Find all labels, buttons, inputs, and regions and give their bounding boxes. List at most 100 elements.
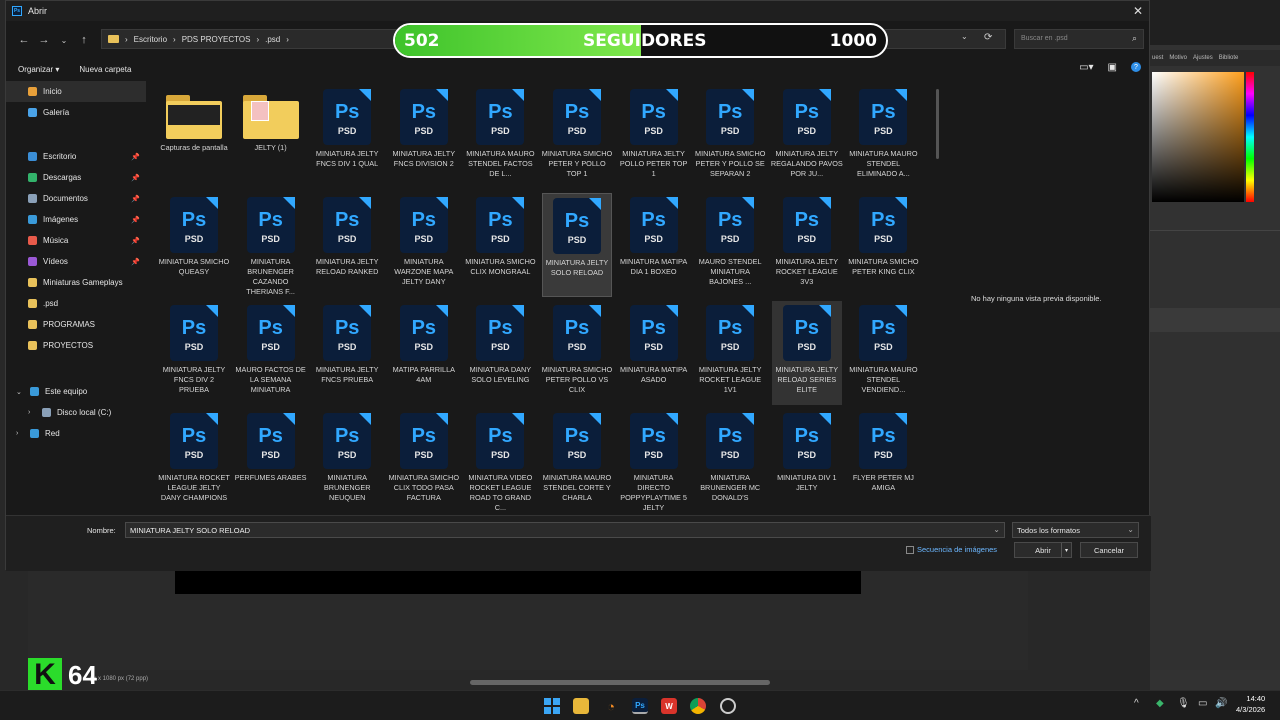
up-arrow-icon[interactable]: ↑ [74, 34, 94, 46]
breadcrumb-item[interactable]: .psd [265, 35, 280, 44]
psd-file-item[interactable]: Ps PSD MINIATURA JELTY ROCKET LEAGUE 3V3 [772, 193, 842, 297]
canvas-document[interactable] [175, 570, 861, 594]
checkbox-icon[interactable] [906, 545, 914, 554]
open-button[interactable]: Abrir ▾ [1014, 542, 1072, 558]
chevron-down-icon[interactable]: ⌄ [993, 525, 1000, 534]
pin-icon[interactable]: 📌 [131, 237, 140, 245]
psd-file-item[interactable]: Ps PSD MINIATURA ROCKET LEAGUE JELTY DANY … [158, 409, 230, 513]
psd-file-item[interactable]: Ps PSD MINIATURA SMICHO PETER POLLO VS CLI… [542, 301, 612, 405]
canvas-scrollbar[interactable] [470, 680, 770, 685]
tray-chevron-up-icon[interactable]: ^ [1134, 698, 1139, 709]
search-input[interactable]: Buscar en .psd ⌕ [1014, 29, 1144, 49]
panel-tab[interactable]: Motivo [1169, 55, 1187, 61]
chevron-down-icon[interactable]: ⌄ [16, 388, 24, 396]
psd-file-item[interactable]: Ps PSD MINIATURA JELTY REGALANDO PAVOS POR… [771, 85, 843, 189]
psd-file-item[interactable]: Ps PSD MINIATURA MAURO STENDEL CORTE Y CHA… [542, 409, 612, 513]
psd-file-item[interactable]: Ps PSD MINIATURA DANY SOLO LEVELING [465, 301, 535, 405]
psd-file-item[interactable]: Ps PSD MAURO FACTOS DE LA SEMANA MINIATURA [235, 301, 306, 405]
file-grid-scrollbar[interactable] [936, 89, 939, 159]
psd-file-item[interactable]: Ps PSD MINIATURA JELTY ROCKET LEAGUE 1V1 [695, 301, 765, 405]
psd-file-item[interactable]: Ps PSD MINIATURA JELTY RELOAD RANKED [312, 193, 382, 297]
organize-button[interactable]: Organizar ▾ [18, 65, 59, 74]
psd-file-item[interactable]: Ps PSD MINIATURA MAURO STENDEL ELIMINADO A… [848, 85, 918, 189]
psd-file-item[interactable]: Ps PSD MINIATURA JELTY FNCS DIV 2 PRUEBA [159, 301, 229, 405]
address-dropdown-icon[interactable]: ⌄ [961, 32, 968, 41]
psd-file-item[interactable]: Ps PSD MINIATURA JELTY POLLO PETER TOP 1 [619, 85, 689, 189]
recent-chevron-icon[interactable]: ⌄ [54, 36, 74, 45]
sidebar-item[interactable]: Miniaturas Gameplays [6, 272, 146, 293]
close-icon[interactable]: ✕ [1133, 4, 1143, 18]
psd-file-item[interactable]: Ps PSD MINIATURA SMICHO QUEASY [159, 193, 229, 297]
breadcrumb-item[interactable]: Escritorio [134, 35, 167, 44]
sidebar-item[interactable]: PROGRAMAS [6, 314, 146, 335]
breadcrumb-item[interactable]: PDS PROYECTOS [182, 35, 251, 44]
obs-icon[interactable] [720, 698, 736, 714]
psd-file-item[interactable]: Ps PSD MINIATURA SMICHO PETER KING CLIX [848, 193, 919, 297]
back-arrow-icon[interactable]: ← [14, 34, 34, 46]
psd-file-item[interactable]: Ps PSD MINIATURA DIV 1 JELTY [772, 409, 842, 513]
psd-file-item[interactable]: Ps PSD MINIATURA SMICHO PETER Y POLLO TOP … [542, 85, 612, 189]
psd-file-item[interactable]: Ps PSD MINIATURA VIDEO ROCKET LEAGUE ROAD … [465, 409, 535, 513]
pin-icon[interactable]: 📌 [131, 174, 140, 182]
system-clock[interactable]: 14:40 4/3/2026 [1236, 693, 1265, 715]
psd-file-item[interactable]: Ps PSD MINIATURA MAURO STENDEL VENDIEND... [848, 301, 918, 405]
file-explorer-icon[interactable] [573, 698, 589, 714]
sidebar-item[interactable]: Documentos 📌 [6, 188, 146, 209]
open-options-chevron-icon[interactable]: ▾ [1061, 543, 1071, 557]
sidebar-item[interactable]: Música 📌 [6, 230, 146, 251]
color-picker-field[interactable] [1152, 72, 1244, 202]
cancel-button[interactable]: Cancelar [1080, 542, 1138, 558]
tree-item[interactable]: › Red [6, 423, 136, 444]
chevron-right-icon[interactable]: › [28, 409, 36, 416]
panel-tab[interactable]: Bibliote [1219, 55, 1239, 61]
network-icon[interactable]: ▭ [1198, 698, 1207, 709]
pin-icon[interactable]: 📌 [131, 195, 140, 203]
psd-file-item[interactable]: Ps PSD MINIATURA MATIPA ASADO [619, 301, 689, 405]
sidebar-item[interactable]: Galería [6, 102, 146, 123]
sidebar-item[interactable]: Imágenes 📌 [6, 209, 146, 230]
folder-item[interactable]: Capturas de pantalla [159, 85, 229, 189]
tree-item[interactable]: › Disco local (C:) [18, 402, 148, 423]
forward-arrow-icon[interactable]: → [34, 34, 54, 46]
file-type-select[interactable]: Todos los formatos ⌄ [1012, 522, 1139, 538]
wps-office-icon[interactable]: W [661, 698, 677, 714]
pin-icon[interactable]: 📌 [131, 258, 140, 266]
security-icon[interactable]: ◆ [1156, 698, 1164, 709]
blender-icon[interactable]: ◔ [603, 698, 619, 714]
psd-file-item[interactable]: Ps PSD MINIATURA JELTY FNCS PRUEBA [312, 301, 382, 405]
help-icon[interactable]: ? [1131, 62, 1141, 72]
view-mode-icon[interactable]: ▭▾ [1079, 62, 1093, 73]
sidebar-item[interactable]: Vídeos 📌 [6, 251, 146, 272]
psd-file-item[interactable]: Ps PSD MAURO STENDEL MINIATURA BAJONES ... [695, 193, 765, 297]
psd-file-item[interactable]: Ps PSD MINIATURA SMICHO CLIX MONGRAAL [465, 193, 536, 297]
preview-pane-icon[interactable]: ▣ [1108, 62, 1117, 73]
sidebar-item[interactable]: .psd [6, 293, 146, 314]
new-folder-button[interactable]: Nueva carpeta [79, 65, 131, 74]
sidebar-item[interactable]: Descargas 📌 [6, 167, 146, 188]
psd-file-item[interactable]: Ps PSD MINIATURA JELTY SOLO RELOAD [542, 193, 612, 297]
folder-item[interactable]: JELTY (1) [236, 85, 306, 189]
pin-icon[interactable]: 📌 [131, 153, 140, 161]
chevron-right-icon[interactable]: › [16, 430, 24, 437]
psd-file-item[interactable]: Ps PSD MINIATURA SMICHO CLIX TODO PASA FAC… [389, 409, 459, 513]
psd-file-item[interactable]: Ps PSD MINIATURA MAURO STENDEL FACTOS DE L… [465, 85, 535, 189]
psd-file-item[interactable]: Ps PSD MINIATURA JELTY RELOAD SERIES ELITE [771, 301, 842, 405]
windows-start-icon[interactable] [544, 698, 560, 714]
microphone-icon[interactable]: 🎙 [1177, 698, 1190, 709]
psd-file-item[interactable]: Ps PSD MINIATURA BRUNENGER CAZANDO THERIAN… [236, 193, 306, 297]
tree-item[interactable]: ⌄ Este equipo [6, 381, 136, 402]
psd-file-item[interactable]: Ps PSD MINIATURA WARZONE MAPA JELTY DANY [389, 193, 459, 297]
file-name-input[interactable]: MINIATURA JELTY SOLO RELOAD ⌄ [125, 522, 1005, 538]
psd-file-item[interactable]: Ps PSD FLYER PETER MJ AMIGA [848, 409, 918, 513]
volume-icon[interactable]: 🔊 [1215, 698, 1227, 709]
image-sequence-checkbox[interactable]: Secuencia de imágenes [906, 545, 997, 554]
layer-row[interactable] [1150, 308, 1280, 332]
psd-file-item[interactable]: Ps PSD MINIATURA SMICHO PETER Y POLLO SE S… [695, 85, 765, 189]
psd-file-item[interactable]: Ps PSD MINIATURA DIRECTO POPPYPLAYTIME 5 J… [619, 409, 689, 513]
sidebar-item[interactable]: PROYECTOS [6, 335, 146, 356]
hue-slider[interactable] [1246, 72, 1254, 202]
psd-file-item[interactable]: Ps PSD MINIATURA BRUNENGER NEUQUEN [312, 409, 382, 513]
psd-file-item[interactable]: Ps PSD MINIATURA JELTY FNCS DIVISION 2 [389, 85, 459, 189]
psd-file-item[interactable]: Ps PSD MATIPA PARRILLA 4AM [389, 301, 459, 405]
panel-tab[interactable]: Ajustes [1193, 55, 1213, 61]
